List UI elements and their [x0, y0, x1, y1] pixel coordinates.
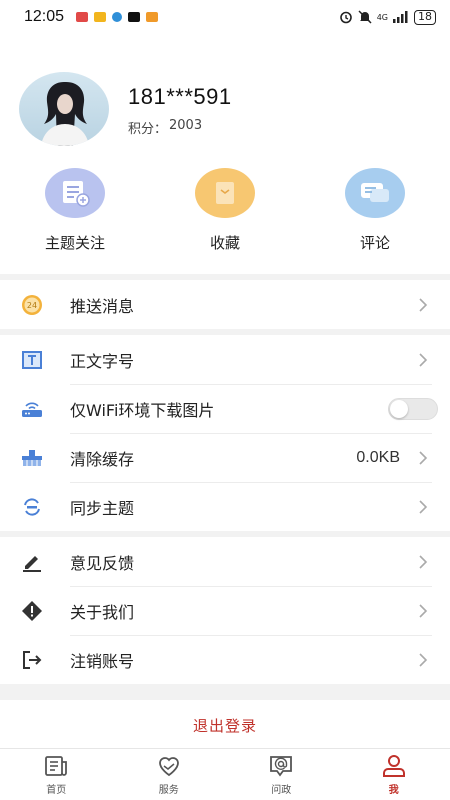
- about-group: 意见反馈 关于我们 注销账号: [0, 537, 450, 684]
- delete-account-label: 注销账号: [70, 651, 135, 671]
- nav-me[interactable]: 我: [338, 749, 450, 800]
- sync-topics-label: 同步主题: [70, 498, 135, 518]
- status-bar: 12:05 4G 18: [0, 0, 450, 34]
- favorite-icon: [195, 168, 255, 218]
- topic-follow-icon: [45, 168, 105, 218]
- points-label: 积分：: [128, 122, 168, 137]
- info-diamond-icon: [20, 599, 44, 623]
- logout-button[interactable]: 退出登录: [0, 700, 450, 750]
- clear-cache-label: 清除缓存: [70, 449, 135, 469]
- font-size-icon: [20, 348, 44, 372]
- app-notification-icon: [76, 12, 89, 22]
- chevron-right-icon: [419, 652, 428, 667]
- chevron-right-icon: [419, 352, 428, 367]
- font-size-item[interactable]: 正文字号: [0, 335, 450, 384]
- nav-inquiry[interactable]: 问政: [225, 749, 338, 800]
- nav-services-label: 服务: [158, 784, 179, 796]
- points-value: 2003: [169, 118, 203, 133]
- about-us-item[interactable]: 关于我们: [0, 586, 450, 635]
- delete-account-item[interactable]: 注销账号: [0, 635, 450, 684]
- logout-arrow-icon: [20, 648, 44, 672]
- avatar[interactable]: [19, 72, 109, 146]
- newspaper-icon: [45, 755, 68, 776]
- nav-home-label: 首页: [46, 784, 67, 796]
- wifi-only-images-item: 仅WiFi环境下载图片: [0, 384, 450, 433]
- news-notification-icon: [94, 12, 107, 22]
- wifi-only-toggle[interactable]: [388, 397, 438, 420]
- comments-label: 评论: [359, 234, 390, 252]
- router-icon: [20, 397, 44, 421]
- about-us-label: 关于我们: [70, 602, 135, 622]
- push-messages-label: 推送消息: [70, 296, 135, 316]
- favorites-button[interactable]: 收藏: [150, 168, 300, 253]
- network-type: 4G: [376, 12, 388, 22]
- topic-follow-button[interactable]: 主题关注: [0, 168, 150, 253]
- push-badge-icon: 24: [20, 293, 44, 317]
- feedback-label: 意见反馈: [70, 553, 135, 573]
- broom-icon: [20, 446, 44, 470]
- chevron-right-icon: [419, 554, 428, 569]
- chevron-right-icon: [419, 297, 428, 312]
- chevron-right-icon: [419, 450, 428, 465]
- message-notification-icon: [146, 12, 159, 22]
- push-group: 24 推送消息: [0, 280, 450, 329]
- battery-indicator: 18: [414, 9, 436, 25]
- nav-home[interactable]: 首页: [0, 749, 113, 800]
- at-message-icon: [270, 755, 293, 776]
- sync-topics-item[interactable]: 同步主题: [0, 482, 450, 531]
- nav-inquiry-label: 问政: [271, 784, 292, 796]
- feedback-item[interactable]: 意见反馈: [0, 537, 450, 586]
- mute-icon: [358, 10, 372, 24]
- cache-size-value: 0.0KB: [356, 448, 400, 466]
- logout-label: 退出登录: [192, 716, 257, 735]
- pencil-icon: [20, 550, 44, 574]
- points: 积分： 2003: [128, 118, 202, 137]
- shield-notification-icon: [112, 12, 123, 22]
- comments-button[interactable]: 评论: [300, 168, 450, 253]
- status-time: 12:05: [24, 8, 65, 25]
- topic-follow-label: 主题关注: [44, 234, 105, 252]
- nav-me-label: 我: [388, 784, 399, 796]
- signal-icon: [393, 11, 408, 23]
- chevron-right-icon: [419, 603, 428, 618]
- username: 181***591: [128, 84, 232, 109]
- wifi-only-images-label: 仅WiFi环境下载图片: [70, 400, 215, 420]
- push-messages-item[interactable]: 24 推送消息: [0, 280, 450, 329]
- chevron-right-icon: [419, 499, 428, 514]
- svg-text:24: 24: [27, 301, 37, 310]
- person-icon: [382, 754, 405, 777]
- nav-services[interactable]: 服务: [113, 749, 226, 800]
- clear-cache-item[interactable]: 清除缓存 0.0KB: [0, 433, 450, 482]
- heart-hands-icon: [158, 756, 179, 776]
- settings-group: 正文字号 仅WiFi环境下载图片 清除缓存 0.0KB 同步主题: [0, 335, 450, 531]
- font-size-label: 正文字号: [70, 351, 135, 371]
- bottom-nav: 首页 服务 问政 我: [0, 748, 450, 800]
- favorites-label: 收藏: [209, 234, 240, 252]
- tiktok-notification-icon: [128, 12, 141, 22]
- sync-icon: [20, 495, 44, 519]
- screen: 12:05 4G 18 181***591 积分： 2003 主题关注 收藏 评…: [0, 0, 450, 800]
- profile-section: 181***591 积分： 2003 主题关注 收藏 评论: [0, 34, 450, 274]
- shortcut-bar: 主题关注 收藏 评论: [0, 168, 450, 253]
- comment-icon: [345, 168, 405, 218]
- alarm-icon: [339, 11, 352, 24]
